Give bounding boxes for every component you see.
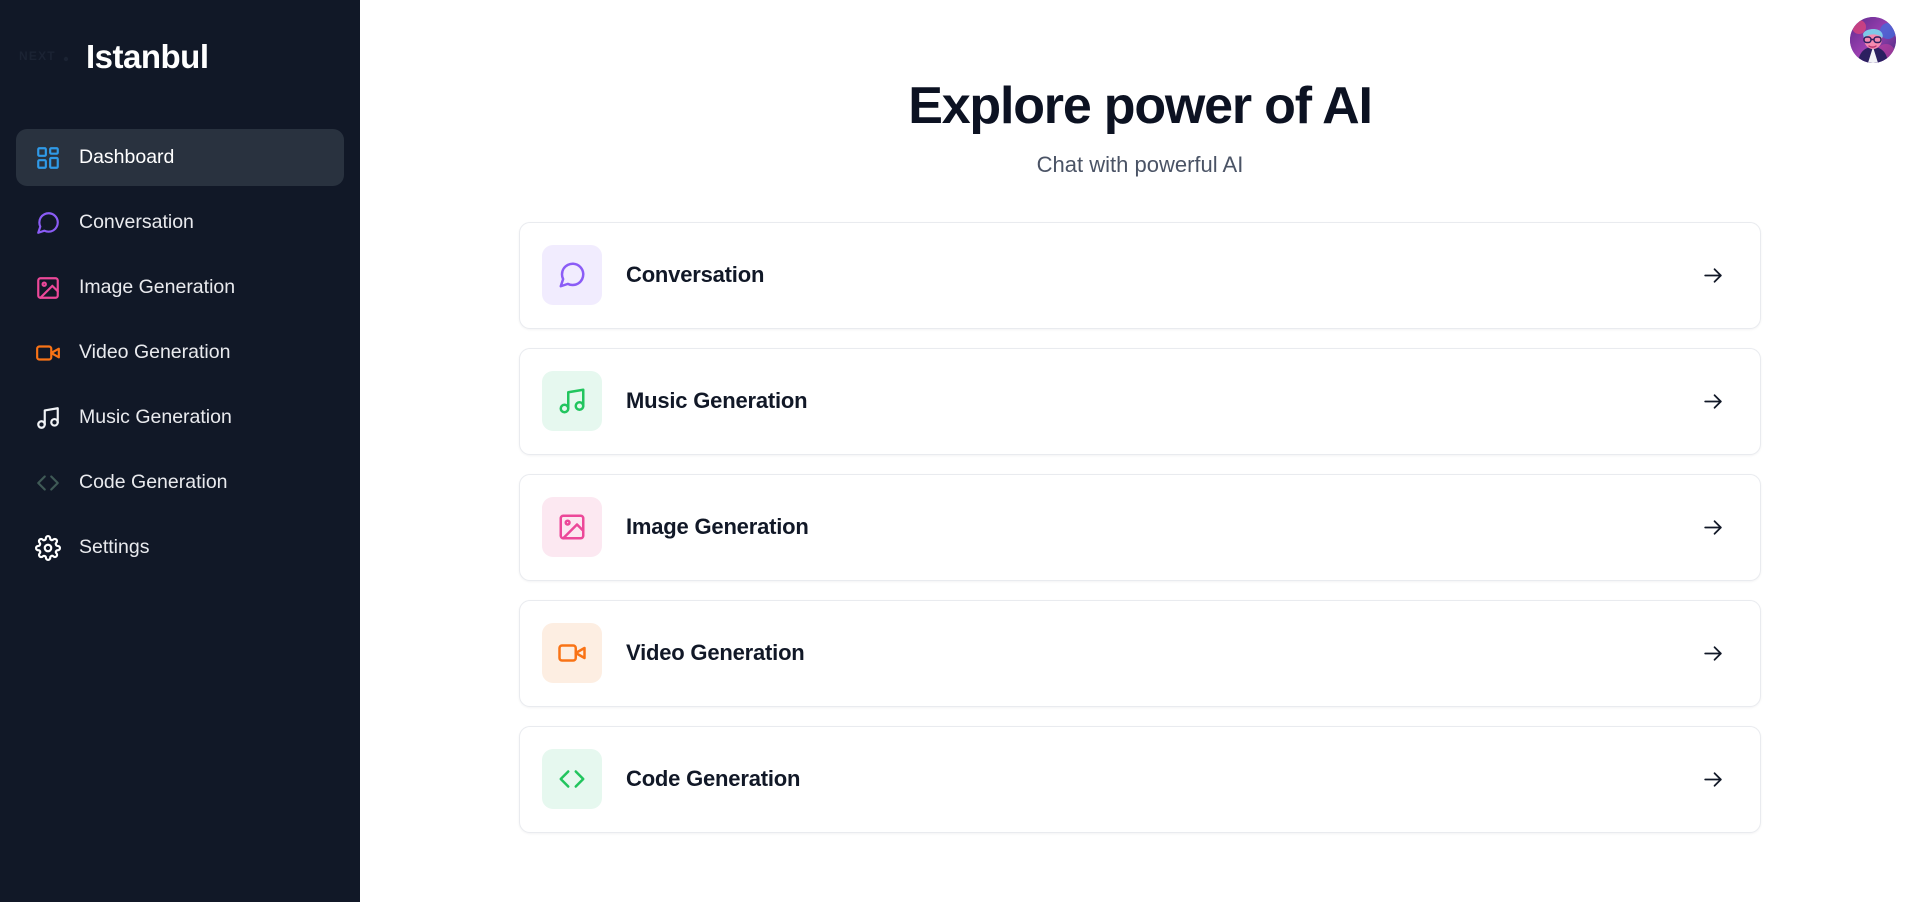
chat-bubble-icon <box>33 208 62 237</box>
next-logo-icon: NEXT <box>18 43 72 69</box>
card-icon-tile <box>542 245 602 306</box>
page-header: Explore power of AI Chat with powerful A… <box>360 0 1920 179</box>
sidebar-nav: Dashboard Conversation Image Generation <box>0 129 360 584</box>
sidebar-item-dashboard[interactable]: Dashboard <box>16 129 344 186</box>
card-conversation[interactable]: Conversation <box>519 221 1761 329</box>
sidebar-item-music-generation[interactable]: Music Generation <box>16 389 344 446</box>
avatar-image <box>1850 17 1896 63</box>
arrow-right-icon[interactable] <box>1698 764 1728 794</box>
sidebar-item-image-generation[interactable]: Image Generation <box>16 259 344 316</box>
code-brackets-icon <box>33 468 62 497</box>
sidebar-item-video-generation[interactable]: Video Generation <box>16 324 344 381</box>
code-brackets-icon <box>559 770 585 788</box>
card-icon-tile <box>542 497 602 558</box>
arrow-right-icon[interactable] <box>1698 638 1728 668</box>
music-note-icon <box>33 403 62 432</box>
arrow-right-icon[interactable] <box>1698 512 1728 542</box>
arrow-right-icon[interactable] <box>1698 260 1728 290</box>
card-icon-tile <box>542 749 602 810</box>
arrow-right-icon[interactable] <box>1698 386 1728 416</box>
brand-title: Istanbul <box>86 37 209 75</box>
card-label: Image Generation <box>626 514 809 540</box>
card-image-generation[interactable]: Image Generation <box>519 473 1761 581</box>
image-photo-icon <box>33 273 62 302</box>
card-label: Video Generation <box>626 640 805 666</box>
card-code-generation[interactable]: Code Generation <box>519 725 1761 833</box>
video-camera-icon <box>558 644 586 662</box>
card-video-generation[interactable]: Video Generation <box>519 599 1761 707</box>
avatar[interactable] <box>1850 17 1896 63</box>
music-note-icon <box>559 388 585 414</box>
sidebar-item-conversation[interactable]: Conversation <box>16 194 344 251</box>
main-content: Explore power of AI Chat with powerful A… <box>360 0 1920 902</box>
sidebar: NEXT Istanbul Dashboard Conversation Ima… <box>0 0 360 902</box>
card-icon-tile <box>542 371 602 432</box>
sidebar-item-code-generation[interactable]: Code Generation <box>16 454 344 511</box>
page-subtitle: Chat with powerful AI <box>1036 152 1244 178</box>
video-camera-icon <box>33 338 62 367</box>
page-title: Explore power of AI <box>908 77 1373 135</box>
card-music-generation[interactable]: Music Generation <box>519 347 1761 455</box>
dashboard-grid-icon <box>33 143 62 172</box>
sidebar-item-settings[interactable]: Settings <box>16 519 344 576</box>
sidebar-item-label: Code Generation <box>79 470 228 493</box>
svg-text:NEXT: NEXT <box>19 49 56 63</box>
chat-bubble-icon <box>559 262 585 288</box>
sidebar-item-label: Dashboard <box>79 145 175 168</box>
sidebar-item-label: Image Generation <box>79 275 236 298</box>
image-photo-icon <box>559 514 585 540</box>
sidebar-item-label: Conversation <box>79 210 194 233</box>
card-label: Code Generation <box>626 766 801 792</box>
card-label: Conversation <box>626 262 765 288</box>
gear-icon <box>33 533 62 562</box>
brand[interactable]: NEXT Istanbul <box>0 26 360 86</box>
card-label: Music Generation <box>626 388 808 414</box>
sidebar-item-label: Video Generation <box>79 340 231 363</box>
card-icon-tile <box>542 623 602 684</box>
tool-card-list: Conversation Music Generation Image Gene… <box>519 221 1761 833</box>
sidebar-item-label: Settings <box>79 535 150 558</box>
sidebar-item-label: Music Generation <box>79 405 232 428</box>
